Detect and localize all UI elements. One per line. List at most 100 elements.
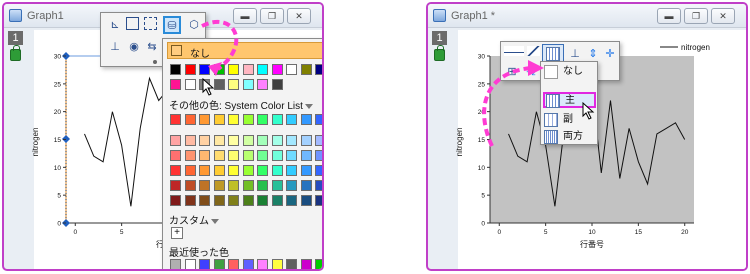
color-swatch[interactable] bbox=[213, 165, 225, 176]
color-swatch[interactable] bbox=[315, 64, 322, 75]
color-swatch[interactable] bbox=[257, 165, 268, 176]
swap-axes-icon[interactable]: ⇆ bbox=[144, 39, 160, 55]
color-swatch[interactable] bbox=[286, 64, 297, 75]
color-swatch[interactable] bbox=[213, 150, 225, 161]
color-swatch[interactable] bbox=[271, 150, 283, 161]
color-swatch[interactable] bbox=[300, 165, 312, 176]
color-swatch[interactable] bbox=[170, 259, 181, 269]
color-swatch[interactable] bbox=[257, 114, 268, 125]
color-swatch[interactable] bbox=[184, 180, 196, 191]
color-swatch[interactable] bbox=[170, 180, 181, 191]
color-swatch[interactable] bbox=[242, 135, 254, 146]
color-swatch[interactable] bbox=[170, 64, 181, 75]
color-swatch[interactable] bbox=[228, 195, 239, 206]
color-swatch[interactable] bbox=[242, 114, 254, 125]
color-swatch[interactable] bbox=[286, 259, 297, 269]
color-swatch[interactable] bbox=[271, 114, 283, 125]
color-swatch[interactable] bbox=[184, 114, 196, 125]
show-hide-icon[interactable]: ◉ bbox=[126, 39, 142, 55]
color-swatch[interactable] bbox=[213, 114, 225, 125]
color-swatch[interactable] bbox=[315, 150, 322, 161]
color-swatch[interactable] bbox=[170, 78, 181, 90]
color-swatch[interactable] bbox=[315, 180, 322, 191]
color-swatch[interactable] bbox=[257, 180, 268, 191]
color-swatch[interactable] bbox=[242, 150, 254, 161]
axis-icon[interactable]: ⊾ bbox=[107, 17, 123, 33]
color-swatch[interactable] bbox=[213, 259, 225, 269]
color-swatch[interactable] bbox=[315, 114, 322, 125]
color-swatch[interactable] bbox=[199, 114, 210, 125]
color-swatch[interactable] bbox=[286, 114, 297, 125]
color-swatch[interactable] bbox=[286, 150, 297, 161]
color-swatch[interactable] bbox=[271, 64, 283, 75]
color-swatch[interactable] bbox=[184, 135, 196, 146]
color-swatch[interactable] bbox=[271, 195, 283, 206]
color-swatch[interactable] bbox=[300, 259, 312, 269]
color-swatch[interactable] bbox=[170, 150, 181, 161]
color-swatch[interactable] bbox=[242, 259, 254, 269]
color-swatch[interactable] bbox=[271, 259, 283, 269]
color-swatch[interactable] bbox=[184, 259, 196, 269]
color-swatch[interactable] bbox=[170, 195, 181, 206]
layer-frame-icon[interactable] bbox=[144, 17, 157, 30]
color-swatch[interactable] bbox=[228, 180, 239, 191]
color-swatch[interactable] bbox=[228, 114, 239, 125]
color-swatch[interactable] bbox=[315, 259, 322, 269]
color-swatch[interactable] bbox=[199, 180, 210, 191]
color-swatch[interactable] bbox=[257, 78, 268, 90]
color-swatch[interactable] bbox=[213, 195, 225, 206]
color-swatch[interactable] bbox=[271, 180, 283, 191]
color-swatch[interactable] bbox=[271, 78, 283, 90]
color-swatch[interactable] bbox=[286, 180, 297, 191]
color-swatch[interactable] bbox=[315, 165, 322, 176]
color-swatch[interactable] bbox=[242, 195, 254, 206]
color-swatch[interactable] bbox=[242, 165, 254, 176]
color-swatch[interactable] bbox=[242, 180, 254, 191]
scale-icon[interactable]: ⊥ bbox=[107, 39, 123, 55]
color-swatch[interactable] bbox=[199, 150, 210, 161]
color-swatch[interactable] bbox=[315, 135, 322, 146]
fill-color-icon[interactable]: ⛁ bbox=[163, 16, 181, 34]
color-swatch[interactable] bbox=[213, 135, 225, 146]
color-swatch[interactable] bbox=[286, 165, 297, 176]
color-swatch[interactable] bbox=[286, 195, 297, 206]
color-swatch[interactable] bbox=[271, 165, 283, 176]
color-swatch[interactable] bbox=[170, 135, 181, 146]
color-swatch[interactable] bbox=[286, 135, 297, 146]
color-swatch[interactable] bbox=[199, 135, 210, 146]
color-swatch[interactable] bbox=[228, 135, 239, 146]
custom-row[interactable]: カスタム bbox=[169, 212, 219, 227]
color-swatch[interactable] bbox=[170, 165, 181, 176]
color-swatch[interactable] bbox=[228, 150, 239, 161]
color-swatch[interactable] bbox=[257, 135, 268, 146]
color-swatch[interactable] bbox=[300, 135, 312, 146]
color-swatch[interactable] bbox=[199, 165, 210, 176]
color-swatch[interactable] bbox=[257, 150, 268, 161]
color-swatch[interactable] bbox=[228, 165, 239, 176]
color-swatch[interactable] bbox=[228, 259, 239, 269]
add-custom-color-button[interactable]: + bbox=[171, 227, 183, 239]
color-swatch[interactable] bbox=[257, 259, 268, 269]
color-swatch[interactable] bbox=[300, 195, 312, 206]
y-axis-title: nitrogen bbox=[455, 128, 464, 157]
color-swatch[interactable] bbox=[184, 195, 196, 206]
color-swatch[interactable] bbox=[300, 150, 312, 161]
axis-break-icon[interactable]: ⊥ bbox=[567, 46, 583, 62]
color-swatch[interactable] bbox=[199, 259, 210, 269]
color-swatch[interactable] bbox=[300, 114, 312, 125]
frame-icon[interactable] bbox=[126, 17, 139, 30]
color-swatch[interactable] bbox=[257, 64, 268, 75]
more-colors-row[interactable]: その他の色: System Color List bbox=[169, 97, 313, 112]
color-swatch[interactable] bbox=[199, 195, 210, 206]
color-swatch[interactable] bbox=[300, 180, 312, 191]
tick-both-icon[interactable]: ✛ bbox=[602, 46, 618, 62]
color-swatch[interactable] bbox=[184, 165, 196, 176]
color-swatch[interactable] bbox=[184, 150, 196, 161]
color-swatch[interactable] bbox=[213, 180, 225, 191]
color-swatch[interactable] bbox=[170, 114, 181, 125]
color-swatch[interactable] bbox=[300, 64, 312, 75]
color-swatch[interactable] bbox=[257, 195, 268, 206]
color-swatch[interactable] bbox=[271, 135, 283, 146]
color-swatch[interactable] bbox=[315, 195, 322, 206]
tick-direction-icon[interactable]: ⇕ bbox=[585, 46, 601, 62]
